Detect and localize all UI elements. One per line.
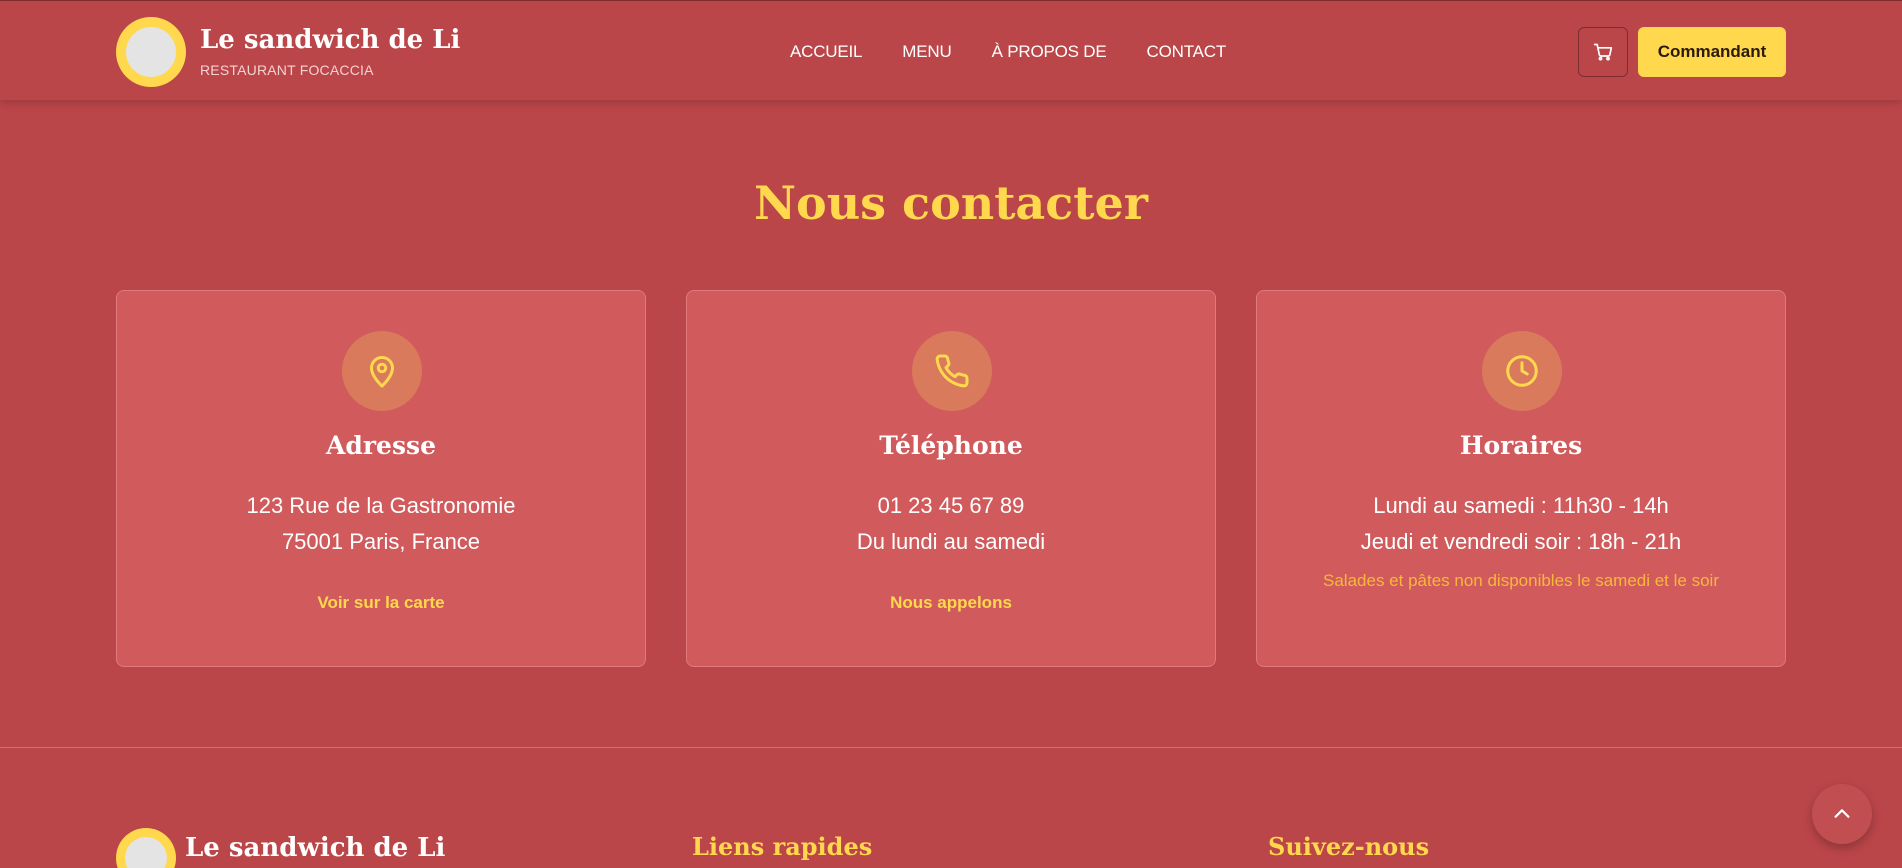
nav-menu[interactable]: MENU xyxy=(902,42,951,62)
address-line-1: 123 Rue de la Gastronomie xyxy=(246,493,516,518)
card-title: Adresse xyxy=(325,431,436,460)
hours-line-1: Lundi au samedi : 11h30 - 14h xyxy=(1373,493,1669,518)
footer-logo[interactable] xyxy=(116,828,176,868)
nav-accueil[interactable]: ACCUEIL xyxy=(790,42,862,62)
phone-card: Téléphone 01 23 45 67 89 Du lundi au sam… xyxy=(686,290,1216,667)
footer-divider xyxy=(0,747,1902,748)
chevron-up-icon xyxy=(1834,809,1850,818)
brand-name[interactable]: Le sandwich de Li xyxy=(200,25,460,55)
map-pin-icon xyxy=(342,331,422,411)
phone-number: 01 23 45 67 89 xyxy=(877,493,1025,518)
site-header: Le sandwich de Li RESTAURANT FOCACCIA AC… xyxy=(0,0,1902,100)
logo[interactable] xyxy=(116,17,186,87)
order-button[interactable]: Commandant xyxy=(1638,27,1786,77)
phone-days: Du lundi au samedi xyxy=(856,529,1046,554)
brand-subtitle: RESTAURANT FOCACCIA xyxy=(200,62,374,78)
card-title: Horaires xyxy=(1459,431,1583,460)
nav-contact[interactable]: CONTACT xyxy=(1147,42,1227,62)
scroll-to-top-button[interactable] xyxy=(1812,784,1872,844)
cart-button[interactable] xyxy=(1578,27,1628,77)
section-title: Nous contacter xyxy=(753,176,1149,230)
card-title: Téléphone xyxy=(879,431,1023,460)
quick-links-heading: Liens rapides xyxy=(692,832,873,861)
follow-us-heading: Suivez-nous xyxy=(1268,832,1430,861)
footer-brand-name: Le sandwich de Li xyxy=(185,833,446,863)
address-line-2: 75001 Paris, France xyxy=(281,529,481,554)
address-card: Adresse 123 Rue de la Gastronomie 75001 … xyxy=(116,290,646,667)
nav-a-propos[interactable]: À PROPOS DE xyxy=(992,42,1107,62)
hours-card: Horaires Lundi au samedi : 11h30 - 14h J… xyxy=(1256,290,1786,667)
hours-note: Salades et pâtes non disponibles le same… xyxy=(1323,571,1719,590)
clock-icon xyxy=(1482,331,1562,411)
call-link[interactable]: Nous appelons xyxy=(687,593,1215,613)
cart-icon xyxy=(1593,43,1613,61)
logo-image xyxy=(126,27,176,77)
phone-icon xyxy=(912,331,992,411)
footer-logo-image xyxy=(125,837,167,868)
hours-line-2: Jeudi et vendredi soir : 18h - 21h xyxy=(1360,529,1682,554)
main-nav: ACCUEIL MENU À PROPOS DE CONTACT xyxy=(790,42,1226,62)
map-link[interactable]: Voir sur la carte xyxy=(117,593,645,613)
